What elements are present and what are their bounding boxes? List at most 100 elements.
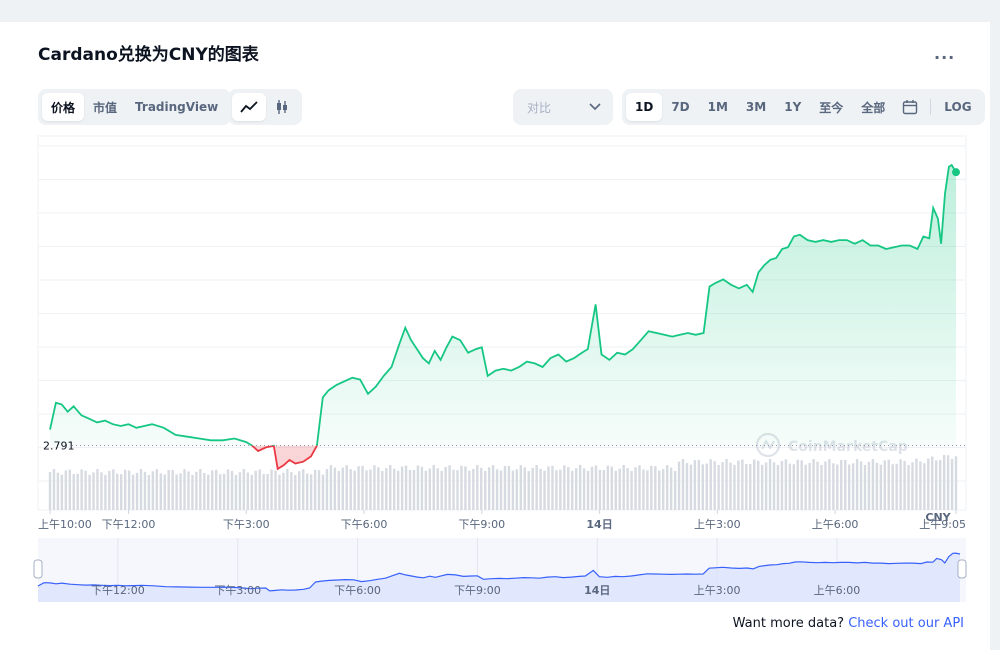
volume-bar (614, 470, 617, 510)
volume-bar (369, 469, 372, 510)
volume-bar (499, 470, 503, 510)
volume-bar (903, 460, 906, 510)
volume-bar (480, 467, 483, 510)
volume-bar (381, 470, 384, 510)
volume-bar (302, 469, 305, 510)
navigator-tick-label: 下午6:00 (334, 584, 381, 597)
volume-bar (325, 469, 329, 510)
volume-bar (820, 464, 823, 510)
volume-bar (741, 459, 744, 510)
volume-bar (183, 469, 186, 510)
api-promo: Want more data? Check out our API (733, 616, 964, 631)
volume-bar (938, 460, 942, 510)
volume-bar (353, 470, 356, 510)
x-tick-label: 下午6:00 (341, 518, 388, 531)
x-tick-label: 14日 (586, 518, 612, 531)
volume-bar (278, 474, 281, 510)
volume-bar (784, 459, 788, 510)
volume-bar (60, 474, 64, 510)
navigator-tick-label: 上午3:00 (694, 584, 741, 597)
volume-bar (147, 474, 151, 510)
volume-bar (365, 470, 368, 510)
volume-bar (804, 464, 807, 510)
volume-bar (408, 470, 412, 510)
last-price-dot (952, 168, 960, 177)
volume-bar (927, 458, 930, 510)
volume-bar (341, 467, 344, 510)
x-axis-ticks: 上午10:00 下午12:00 下午3:00 下午6:00 下午9:00 14日 上午3:0… (38, 510, 966, 531)
volume-bar (531, 467, 534, 510)
volume-bar (357, 466, 360, 510)
volume-bar (203, 472, 206, 510)
volume-bar (393, 468, 396, 510)
volume-bar (650, 465, 653, 510)
volume-bar (725, 459, 728, 510)
navigator-tick-label: 上午6:00 (814, 584, 861, 597)
range-navigator[interactable]: 下午12:00 下午3:00 下午6:00 下午9:00 14日 上午3:00 上午6:00 (33, 538, 967, 602)
volume-bar (832, 463, 835, 510)
volume-bar (389, 465, 392, 510)
volume-bar (764, 462, 768, 510)
volume-bar (250, 474, 253, 510)
x-tick-label: 上午10:00 (38, 518, 92, 531)
volume-bar (104, 474, 107, 510)
volume-bar (266, 474, 269, 510)
volume-bar (847, 464, 851, 510)
volume-bar (658, 470, 661, 510)
volume-bar (377, 467, 380, 510)
volume-bar (606, 465, 610, 510)
volume-bar (527, 470, 530, 510)
volume-bar (112, 469, 115, 510)
volume-bar (412, 469, 416, 510)
volume-bar (788, 463, 792, 510)
volume-bar (155, 469, 159, 510)
volume-bar (424, 470, 428, 510)
volume-bar (954, 456, 958, 510)
volume-bar (80, 469, 83, 510)
volume-bar (120, 474, 123, 510)
volume-bar (891, 464, 894, 510)
volume-bar (199, 469, 202, 510)
volume-bar (230, 471, 234, 510)
volume-bar (693, 460, 697, 510)
volume-bar (729, 462, 732, 510)
volume-bar (776, 464, 780, 510)
navigator-tick-label: 下午3:00 (214, 584, 261, 597)
volume-bar (507, 466, 511, 510)
reference-price-label: 2.791 (43, 440, 75, 453)
volume-bar (511, 470, 515, 510)
volume-bar (879, 464, 883, 510)
volume-bar (448, 465, 451, 510)
volume-bar (895, 463, 898, 510)
navigator-handle-left[interactable] (33, 559, 43, 579)
volume-bar (286, 469, 289, 510)
volume-bar (923, 463, 926, 510)
navigator-handle-right[interactable] (957, 559, 967, 579)
volume-bar (812, 459, 815, 510)
volume-bar (578, 465, 582, 510)
x-tick-label: 下午12:00 (102, 518, 156, 531)
volume-bar (349, 469, 352, 510)
volume-bar (179, 473, 182, 510)
volume-bar (456, 470, 459, 510)
volume-bar (92, 472, 95, 510)
volume-bar (139, 469, 143, 510)
volume-bar (428, 468, 432, 510)
volume-bar (460, 465, 463, 510)
volume-bar (756, 460, 760, 510)
volume-bar (563, 465, 566, 510)
volume-bar (594, 465, 598, 510)
volume-bar (143, 471, 147, 510)
volume-bar (610, 466, 613, 510)
volume-bar (828, 459, 831, 510)
api-link[interactable]: Check out our API (848, 616, 964, 631)
volume-bar (844, 459, 847, 510)
volume-bar (345, 465, 348, 510)
volume-bar (768, 459, 772, 510)
volume-bar (464, 466, 467, 510)
volume-bar (709, 459, 712, 510)
volume-bar (753, 459, 756, 510)
volume-bar (887, 459, 890, 510)
volume-bar (167, 469, 170, 510)
volume-bar (519, 465, 523, 510)
